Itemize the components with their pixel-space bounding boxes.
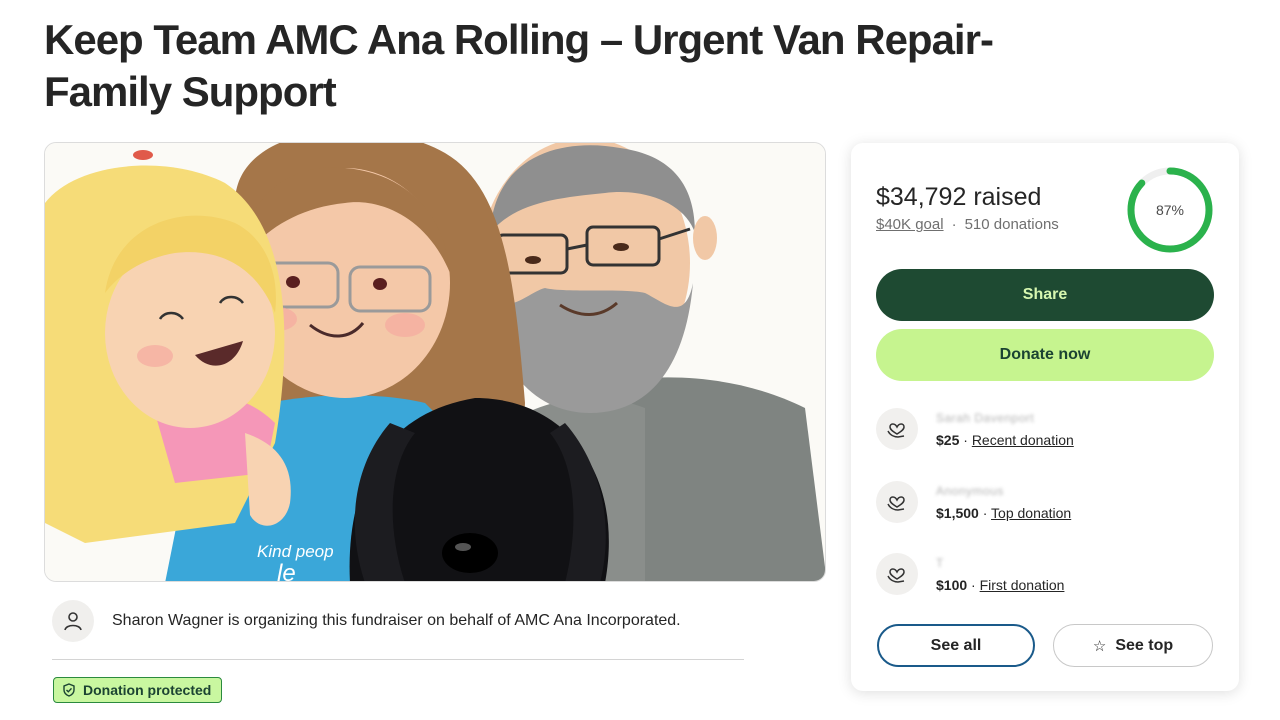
donate-now-button[interactable]: Donate now: [876, 329, 1214, 381]
star-icon: ☆: [1092, 637, 1107, 655]
donation-protected-label: Donation protected: [83, 682, 212, 698]
donation-line: $100 · First donation: [936, 577, 1064, 593]
shirt-text: Kind peop: [257, 542, 334, 561]
goal-meta: $40K goal · 510 donations: [876, 216, 1059, 233]
donor-name: T: [936, 556, 944, 570]
shirt-text-2: le: [277, 560, 296, 582]
donation-line: $1,500 · Top donation: [936, 505, 1071, 521]
share-button[interactable]: Share: [876, 269, 1214, 321]
goal-link[interactable]: $40K goal: [876, 216, 944, 233]
donation-amount: $100: [936, 577, 968, 593]
first-donation-link[interactable]: First donation: [980, 577, 1065, 593]
organizer-text: Sharon Wagner is organizing this fundrai…: [112, 612, 681, 629]
person-icon: [52, 600, 94, 642]
donation-separator: ·: [959, 432, 972, 448]
campaign-title: Keep Team AMC Ana Rolling – Urgent Van R…: [44, 16, 994, 115]
shield-icon: [63, 683, 75, 697]
heart-hands-icon: [876, 553, 918, 595]
donor-name: Anonymous: [936, 484, 1004, 498]
meta-separator: ·: [951, 216, 957, 233]
donation-amount: $1,500: [936, 505, 979, 521]
donation-protected-badge[interactable]: Donation protected: [53, 677, 223, 703]
donation-item-recent: Sarah Davenport $25 · Recent donation: [876, 408, 1216, 454]
donation-item-top: Anonymous $1,500 · Top donation: [876, 481, 1216, 527]
progress-percent: 87%: [1155, 202, 1185, 218]
donation-line: $25 · Recent donation: [936, 432, 1074, 448]
donation-item-first: T $100 · First donation: [876, 553, 1216, 599]
donation-separator: ·: [978, 505, 992, 521]
donation-count: 510 donations: [964, 216, 1059, 233]
heart-hands-icon: [876, 481, 918, 523]
see-top-button[interactable]: ☆ See top: [1053, 624, 1213, 667]
donation-separator: ·: [967, 577, 980, 593]
see-top-label: See top: [1115, 636, 1174, 654]
donor-name: Sarah Davenport: [936, 411, 1035, 425]
divider: [52, 659, 744, 660]
recent-donation-link[interactable]: Recent donation: [972, 432, 1074, 448]
heart-hands-icon: [876, 408, 918, 450]
organizer-row: Sharon Wagner is organizing this fundrai…: [52, 600, 752, 642]
top-donation-link[interactable]: Top donation: [991, 505, 1071, 521]
amount-raised: $34,792 raised: [876, 183, 1042, 211]
donation-amount: $25: [936, 432, 960, 448]
see-all-button[interactable]: See all: [877, 624, 1035, 667]
donation-summary-card: $34,792 raised $40K goal · 510 donations 8…: [851, 143, 1239, 691]
campaign-hero-image: Kind peop le: [44, 142, 826, 582]
